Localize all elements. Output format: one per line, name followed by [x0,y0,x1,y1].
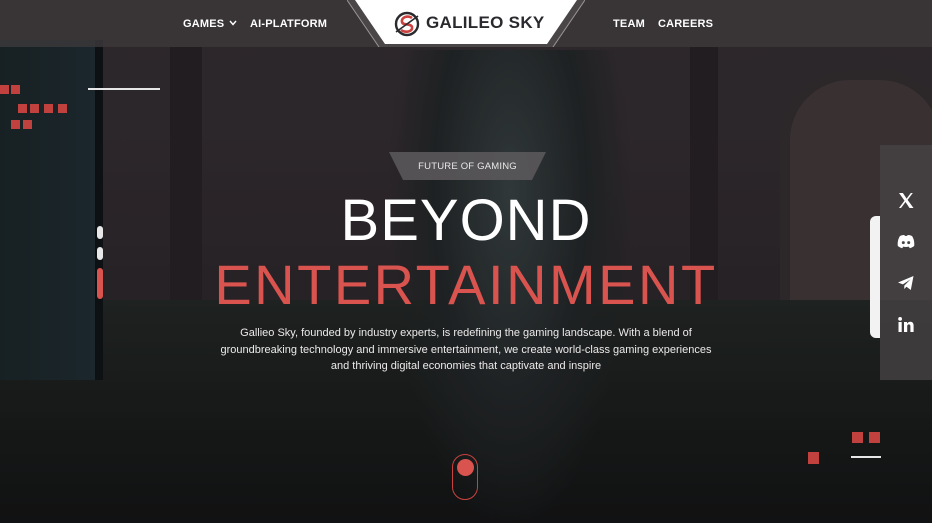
nav-games-label: GAMES [183,18,225,30]
hero-headline-beyond: BEYOND [340,188,592,253]
social-sidebar [880,145,932,380]
galileo-sky-logo-icon[interactable] [393,10,421,38]
chevron-down-icon [229,20,237,26]
decor-square [58,104,67,113]
decor-square [0,85,9,94]
nav-team[interactable]: TEAM [613,18,645,30]
social-bar-accent [870,216,880,338]
nav-games[interactable]: GAMES [183,18,237,30]
scroll-indicator-dot [457,459,474,476]
decor-square [23,120,32,129]
discord-icon[interactable] [896,232,916,252]
decor-line [851,456,881,458]
decor-square [11,85,20,94]
decor-square [808,452,819,464]
decor-square [44,104,53,113]
decor-line [88,88,160,90]
nav-ai-platform[interactable]: AI-PLATFORM [250,18,327,30]
nav-careers[interactable]: CAREERS [658,18,713,30]
decor-square [18,104,27,113]
linkedin-icon[interactable] [896,315,916,335]
hero-description: Gallieo Sky, founded by industry experts… [220,327,712,372]
hero-tag: FUTURE OF GAMING [418,161,517,172]
x-icon[interactable] [896,191,916,211]
decor-square [869,432,880,443]
decor-square [11,120,20,129]
telegram-icon[interactable] [896,273,916,293]
logo-text[interactable]: GALILEO SKY [426,13,545,33]
hero-headline-entertainment: ENTERTAINMENT [214,253,718,316]
decor-square [852,432,863,443]
decor-square [30,104,39,113]
